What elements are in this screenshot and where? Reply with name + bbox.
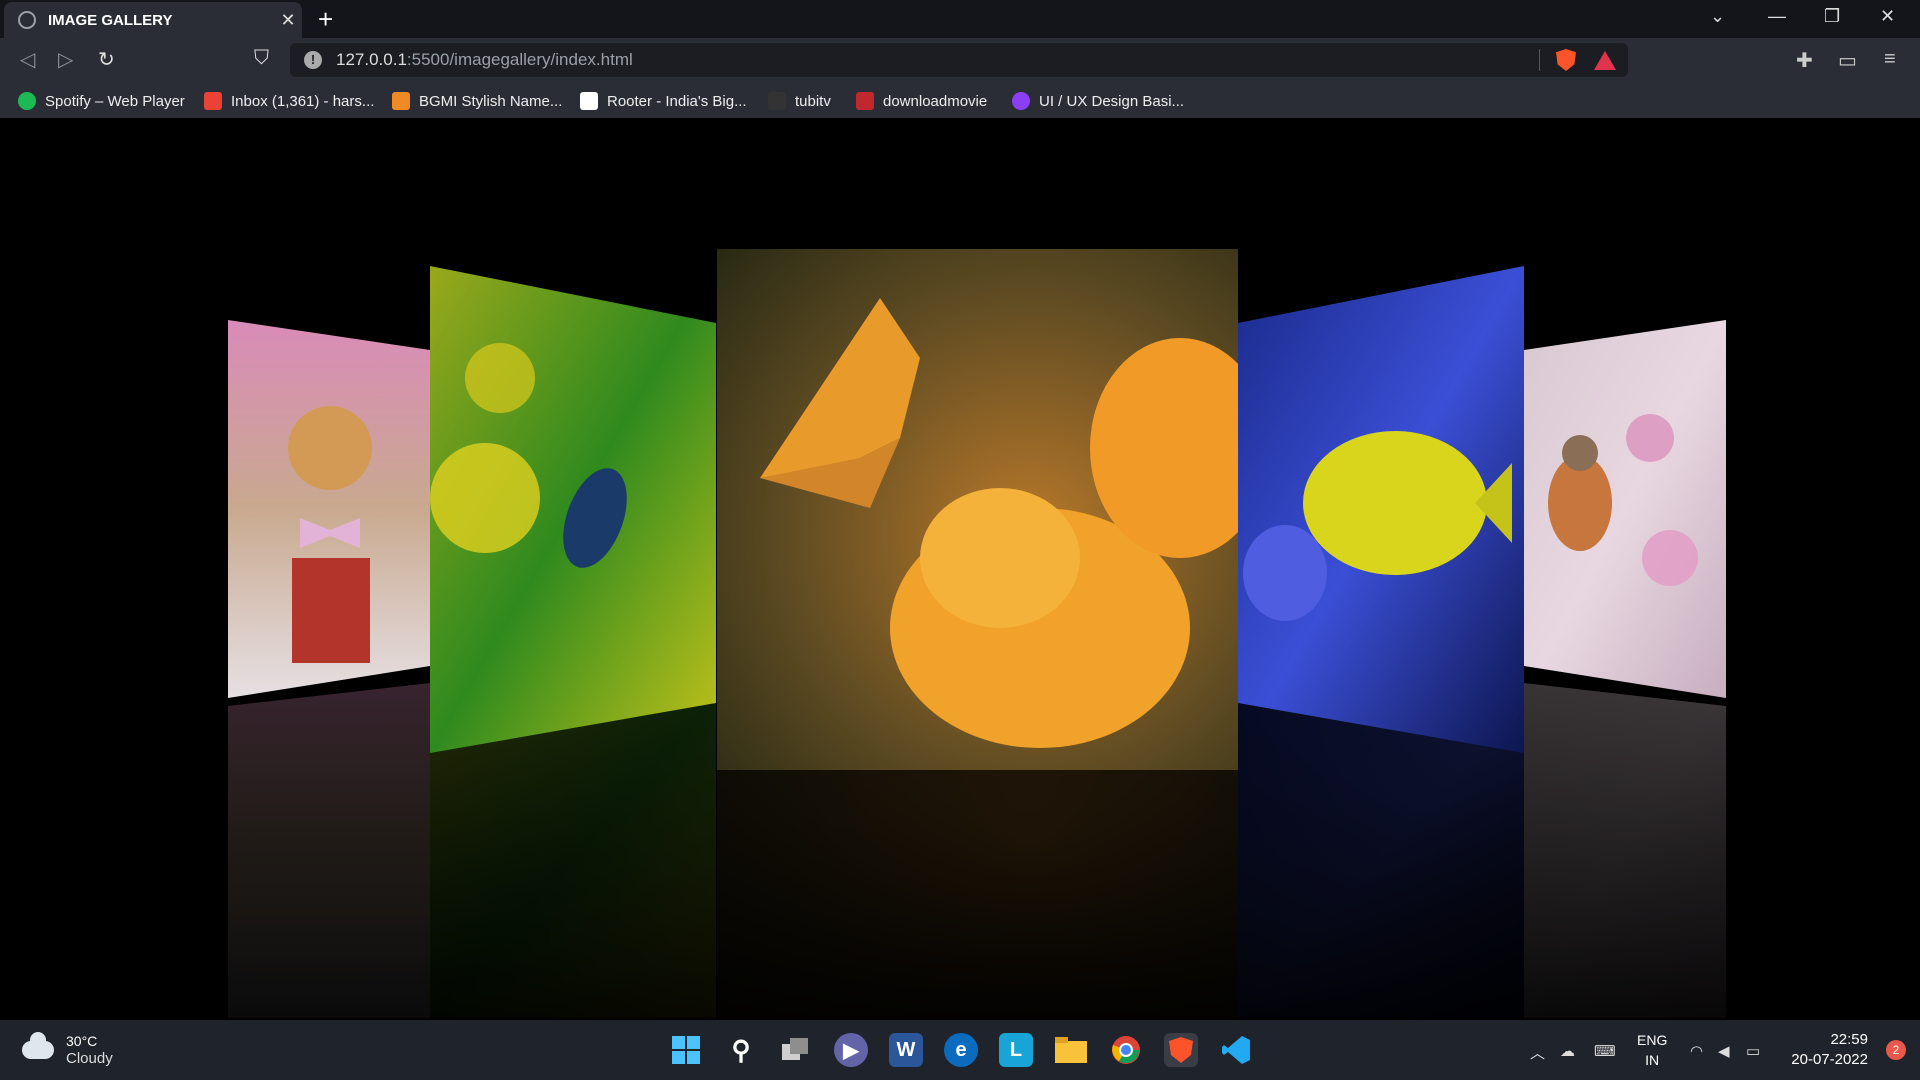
gmail-icon xyxy=(204,92,222,110)
word-icon[interactable]: W xyxy=(889,1033,923,1067)
gallery-image-bird[interactable] xyxy=(1524,320,1726,698)
yellow-flower xyxy=(430,443,540,553)
l-app-icon[interactable]: L xyxy=(999,1033,1033,1067)
chrome-icon[interactable] xyxy=(1109,1033,1143,1067)
tubitv-icon xyxy=(768,92,786,110)
browser-toolbar: ◁ ▷ ↻ ⛉ ! 127.0.0.1:5500/imagegallery/in… xyxy=(0,38,1920,84)
search-icon[interactable]: ⚲ xyxy=(724,1033,758,1067)
tab-title: IMAGE GALLERY xyxy=(48,11,173,29)
gift-box xyxy=(292,558,370,663)
menu-icon[interactable]: ≡ xyxy=(1884,48,1896,71)
region-text: IN xyxy=(1645,1052,1660,1068)
bookmark-downloadmovie[interactable]: downloadmovie xyxy=(856,84,987,118)
language-text: ENG xyxy=(1637,1032,1668,1048)
blossom xyxy=(1642,530,1698,586)
clock[interactable]: 22:59 20-07-2022 xyxy=(1791,1030,1868,1070)
gallery-carousel xyxy=(0,249,1920,1020)
bookmark-uiux[interactable]: UI / UX Design Basi... xyxy=(1012,84,1184,118)
bgmi-icon xyxy=(392,92,410,110)
close-window-button[interactable]: ✕ xyxy=(1880,6,1895,27)
wallet-icon[interactable]: ▭ xyxy=(1838,48,1857,73)
bookmark-tubitv[interactable]: tubitv xyxy=(768,84,831,118)
weather-text: Cloudy xyxy=(66,1050,113,1067)
wifi-icon[interactable]: ◠ xyxy=(1690,1042,1703,1060)
weather-widget[interactable]: 30°C Cloudy xyxy=(22,1032,113,1068)
file-explorer-icon[interactable] xyxy=(1054,1033,1088,1067)
bookmark-icon[interactable]: ⛉ xyxy=(254,47,269,70)
tab-search-chevron-icon[interactable]: ⌄ xyxy=(1710,6,1725,27)
puppy-head xyxy=(288,406,372,490)
bookmark-rooter[interactable]: Rooter - India's Big... xyxy=(580,84,747,118)
notification-badge[interactable]: 2 xyxy=(1886,1040,1906,1060)
extensions-icon[interactable]: ✚ xyxy=(1796,48,1813,73)
temperature-text: 30°C xyxy=(66,1033,98,1049)
globe-icon xyxy=(18,11,36,29)
back-icon[interactable]: ◁ xyxy=(20,47,35,72)
keyboard-icon[interactable]: ⌨ xyxy=(1594,1042,1616,1060)
bookmark-bgmi[interactable]: BGMI Stylish Name... xyxy=(392,84,562,118)
bookmark-label: Rooter - India's Big... xyxy=(607,92,747,110)
date-text: 20-07-2022 xyxy=(1791,1051,1868,1068)
new-tab-button[interactable]: + xyxy=(318,4,333,35)
tab-strip: IMAGE GALLERY ✕ + ⌄ — ❐ ✕ xyxy=(0,0,1920,38)
bookmark-label: downloadmovie xyxy=(883,92,988,110)
url-text[interactable]: 127.0.0.1:5500/imagegallery/index.html xyxy=(336,50,633,70)
bookmark-label: BGMI Stylish Name... xyxy=(419,92,563,110)
blossom xyxy=(1626,414,1674,462)
bookmark-label: tubitv xyxy=(795,92,831,110)
chevron-up-icon[interactable]: ︿ xyxy=(1530,1042,1545,1063)
bookmark-spotify[interactable]: Spotify – Web Player xyxy=(18,84,185,118)
spotify-icon xyxy=(18,92,36,110)
brave-browser-icon[interactable] xyxy=(1164,1033,1198,1067)
bookmark-label: Inbox (1,361) - hars... xyxy=(231,92,375,110)
uiux-icon xyxy=(1012,92,1030,110)
close-tab-icon[interactable]: ✕ xyxy=(274,10,302,31)
language-indicator[interactable]: ENG IN xyxy=(1637,1030,1667,1070)
reload-icon[interactable]: ↻ xyxy=(98,47,115,72)
url-host: 127.0.0.1 xyxy=(336,50,407,69)
gallery-image-butterfly-yellow[interactable] xyxy=(430,266,716,753)
yellow-flower xyxy=(465,343,535,413)
gallery-stage xyxy=(0,118,1920,1020)
gallery-image-fish[interactable] xyxy=(1238,266,1524,753)
restore-button[interactable]: ❐ xyxy=(1824,6,1840,27)
bookmark-label: UI / UX Design Basi... xyxy=(1039,92,1185,110)
brave-rewards-icon[interactable] xyxy=(1594,51,1616,70)
brave-shield-icon[interactable] xyxy=(1556,49,1576,71)
url-path: :5500/imagegallery/index.html xyxy=(406,50,633,69)
tab-image-gallery[interactable]: IMAGE GALLERY ✕ xyxy=(4,2,302,38)
windows-start-icon[interactable] xyxy=(669,1033,703,1067)
windows-taskbar: 30°C Cloudy ⚲ ▶ W e L ︿ ☁ ⌨ ENG IN ◠ ◀ ▭… xyxy=(0,1020,1920,1080)
divider xyxy=(1539,49,1540,71)
gallery-image-puppy[interactable] xyxy=(228,320,430,698)
cloud-icon xyxy=(22,1032,54,1059)
yellow-tang xyxy=(1303,431,1487,575)
orange-petal xyxy=(920,488,1080,628)
rooter-icon xyxy=(580,92,598,110)
downloadmovie-icon xyxy=(856,92,874,110)
bookmark-gmail[interactable]: Inbox (1,361) - hars... xyxy=(204,84,374,118)
battery-icon[interactable]: ▭ xyxy=(1746,1042,1760,1060)
address-bar[interactable]: ! 127.0.0.1:5500/imagegallery/index.html xyxy=(290,43,1628,77)
task-view-icon[interactable] xyxy=(779,1033,813,1067)
time-text: 22:59 xyxy=(1830,1031,1868,1048)
blue-fish xyxy=(1243,525,1327,621)
gallery-image-butterfly-orange[interactable] xyxy=(717,249,1270,770)
teams-chat-icon[interactable]: ▶ xyxy=(834,1033,868,1067)
volume-icon[interactable]: ◀ xyxy=(1718,1042,1730,1060)
bookmark-label: Spotify – Web Player xyxy=(45,92,185,110)
onedrive-icon[interactable]: ☁ xyxy=(1560,1042,1575,1060)
bookmarks-bar: Spotify – Web Player Inbox (1,361) - har… xyxy=(0,84,1920,118)
edge-icon[interactable]: e xyxy=(944,1033,978,1067)
vscode-icon[interactable] xyxy=(1219,1033,1253,1067)
forward-icon[interactable]: ▷ xyxy=(58,47,73,72)
minimize-button[interactable]: — xyxy=(1768,6,1786,27)
robin-head xyxy=(1562,435,1598,471)
site-info-icon[interactable]: ! xyxy=(304,51,322,69)
